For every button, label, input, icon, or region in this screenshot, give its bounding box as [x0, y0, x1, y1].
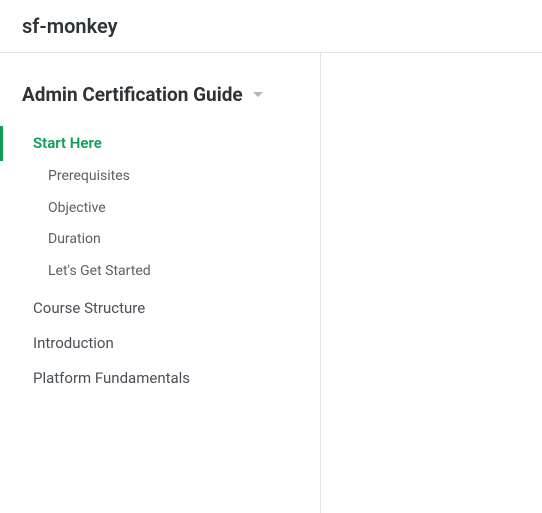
nav-subitem-duration[interactable]: Duration — [0, 224, 320, 256]
main-content — [321, 53, 542, 513]
nav-item-introduction[interactable]: Introduction — [0, 326, 320, 361]
site-title[interactable]: sf-monkey — [22, 14, 520, 38]
chevron-down-icon[interactable] — [253, 92, 263, 98]
nav-subitem-prerequisites[interactable]: Prerequisites — [0, 161, 320, 193]
nav-item-start-here[interactable]: Start Here — [0, 126, 320, 161]
nav-item-platform-fundamentals[interactable]: Platform Fundamentals — [0, 361, 320, 396]
sidebar: Admin Certification Guide Start Here Pre… — [0, 53, 321, 513]
sidebar-nav: Start Here Prerequisites Objective Durat… — [0, 126, 320, 396]
guide-header[interactable]: Admin Certification Guide — [0, 83, 320, 106]
nav-subitem-objective[interactable]: Objective — [0, 193, 320, 225]
site-header: sf-monkey — [0, 0, 542, 53]
nav-subitem-lets-get-started[interactable]: Let's Get Started — [0, 256, 320, 288]
nav-item-course-structure[interactable]: Course Structure — [0, 291, 320, 326]
guide-title: Admin Certification Guide — [22, 83, 243, 106]
layout: Admin Certification Guide Start Here Pre… — [0, 53, 542, 513]
